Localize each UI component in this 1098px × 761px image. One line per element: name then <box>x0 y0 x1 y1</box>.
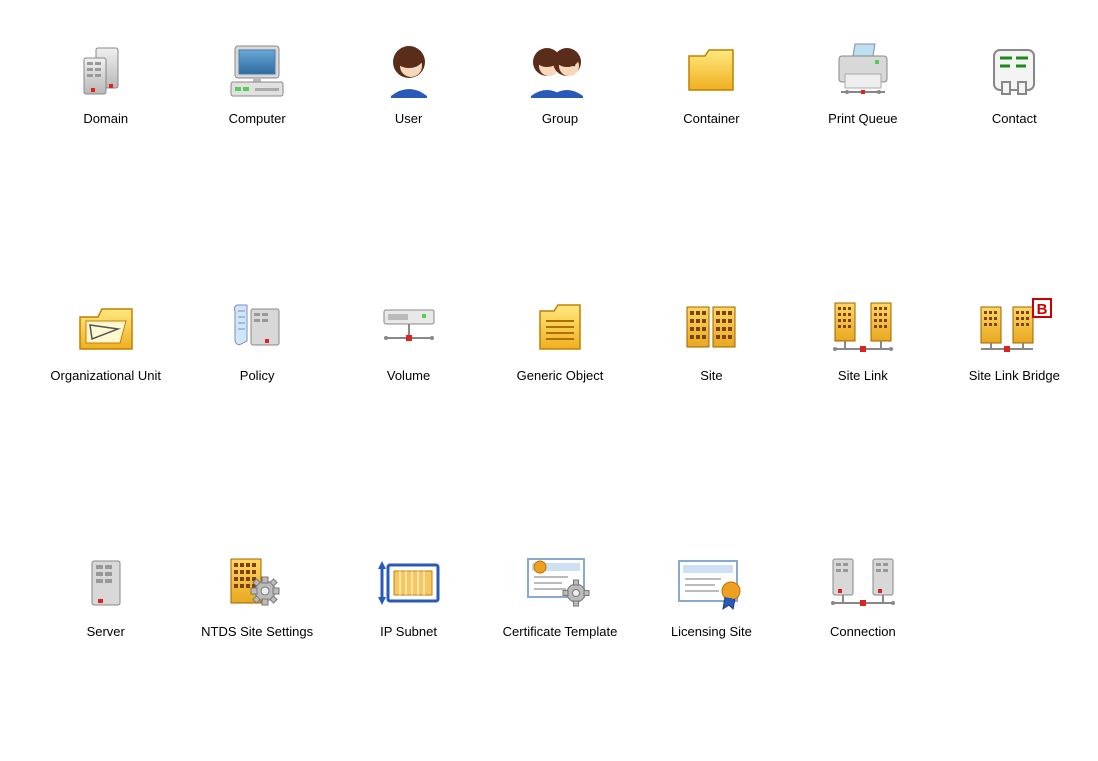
ntds-site-settings-icon <box>217 548 297 618</box>
container-label: Container <box>683 111 739 127</box>
item-ip-subnet: IP Subnet <box>333 548 484 735</box>
item-group: Group <box>484 35 635 222</box>
item-volume: Volume <box>333 292 484 479</box>
policy-label: Policy <box>240 368 275 384</box>
connection-icon <box>823 548 903 618</box>
site-link-icon <box>823 292 903 362</box>
item-connection: Connection <box>787 548 938 735</box>
site-link-bridge-label: Site Link Bridge <box>969 368 1060 384</box>
svg-text:B: B <box>1037 301 1048 318</box>
item-certificate-template: Certificate Template <box>484 548 635 735</box>
item-site-link: Site Link <box>787 292 938 479</box>
computer-label: Computer <box>229 111 286 127</box>
certificate-template-icon <box>520 548 600 618</box>
item-policy: Policy <box>181 292 332 479</box>
computer-icon <box>217 35 297 105</box>
server-icon <box>66 548 146 618</box>
item-site-link-bridge: B Site Link Bridge <box>939 292 1090 479</box>
group-icon <box>520 35 600 105</box>
generic-object-label: Generic Object <box>517 368 604 384</box>
item-ntds-site-settings: NTDS Site Settings <box>181 548 332 735</box>
licensing-site-label: Licensing Site <box>671 624 752 640</box>
organizational-unit-label: Organizational Unit <box>50 368 161 384</box>
site-label: Site <box>700 368 722 384</box>
server-label: Server <box>87 624 125 640</box>
generic-object-icon <box>520 292 600 362</box>
item-organizational-unit: Organizational Unit <box>30 292 181 479</box>
item-site: Site <box>636 292 787 479</box>
certificate-template-label: Certificate Template <box>503 624 618 640</box>
item-generic-object: Generic Object <box>484 292 635 479</box>
group-label: Group <box>542 111 578 127</box>
item-server: Server <box>30 548 181 735</box>
print-queue-icon <box>823 35 903 105</box>
ip-subnet-label: IP Subnet <box>380 624 437 640</box>
container-icon <box>671 35 751 105</box>
user-label: User <box>395 111 422 127</box>
print-queue-label: Print Queue <box>828 111 897 127</box>
ntds-site-settings-label: NTDS Site Settings <box>201 624 313 640</box>
site-link-label: Site Link <box>838 368 888 384</box>
site-icon <box>671 292 751 362</box>
ip-subnet-icon <box>369 548 449 618</box>
policy-icon <box>217 292 297 362</box>
item-domain: Domain <box>30 35 181 222</box>
domain-label: Domain <box>83 111 128 127</box>
volume-icon <box>369 292 449 362</box>
icon-grid: Domain Computer <box>30 35 1090 735</box>
item-print-queue: Print Queue <box>787 35 938 222</box>
item-contact: Contact <box>939 35 1090 222</box>
contact-label: Contact <box>992 111 1037 127</box>
licensing-site-icon <box>671 548 751 618</box>
site-link-bridge-icon: B <box>974 292 1054 362</box>
item-computer: Computer <box>181 35 332 222</box>
item-user: User <box>333 35 484 222</box>
domain-icon <box>66 35 146 105</box>
volume-label: Volume <box>387 368 430 384</box>
connection-label: Connection <box>830 624 896 640</box>
item-container: Container <box>636 35 787 222</box>
item-licensing-site: Licensing Site <box>636 548 787 735</box>
organizational-unit-icon <box>66 292 146 362</box>
user-icon <box>369 35 449 105</box>
contact-icon <box>974 35 1054 105</box>
